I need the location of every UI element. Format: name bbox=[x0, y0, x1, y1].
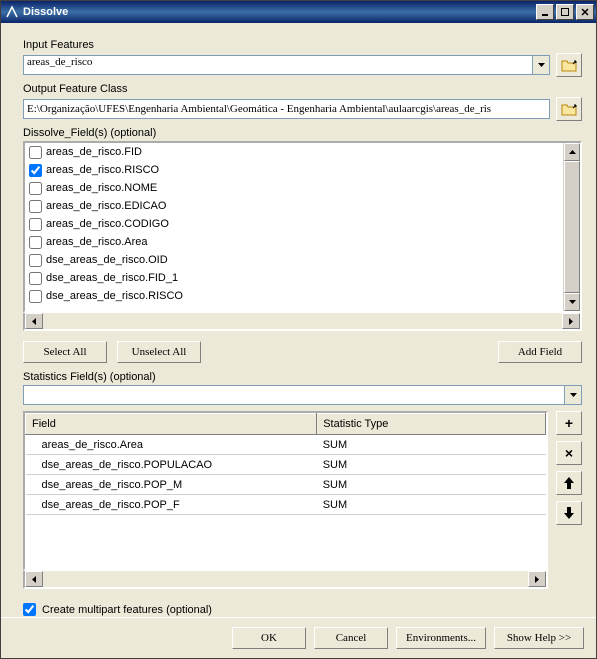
output-feature-class-browse-button[interactable] bbox=[556, 97, 582, 121]
input-features-browse-button[interactable] bbox=[556, 53, 582, 77]
stats-field-cell: dse_areas_de_risco.POP_M bbox=[26, 475, 317, 495]
stats-field-cell: areas_de_risco.Area bbox=[26, 435, 317, 455]
stats-type-cell: SUM bbox=[317, 495, 546, 515]
field-name: areas_de_risco.EDICAO bbox=[46, 200, 166, 212]
field-checkbox[interactable] bbox=[29, 218, 42, 231]
input-features-combo[interactable]: areas_de_risco bbox=[23, 55, 550, 75]
field-name: dse_areas_de_risco.RISCO bbox=[46, 290, 183, 302]
cancel-button[interactable]: Cancel bbox=[314, 627, 388, 649]
ok-button[interactable]: OK bbox=[232, 627, 306, 649]
stats-hscroll[interactable] bbox=[23, 571, 548, 589]
field-checkbox[interactable] bbox=[29, 272, 42, 285]
field-name: areas_de_risco.CODIGO bbox=[46, 218, 169, 230]
field-checkbox[interactable] bbox=[29, 290, 42, 303]
stats-field-cell: dse_areas_de_risco.POP_F bbox=[26, 495, 317, 515]
dissolve-field-item[interactable]: dse_areas_de_risco.OID bbox=[25, 251, 563, 269]
table-row[interactable]: areas_de_risco.AreaSUM bbox=[26, 435, 546, 455]
statistics-table[interactable]: Field Statistic Type areas_de_risco.Area… bbox=[23, 411, 548, 571]
stats-type-cell: SUM bbox=[317, 455, 546, 475]
multipart-label: Create multipart features (optional) bbox=[42, 604, 212, 616]
field-name: areas_de_risco.NOME bbox=[46, 182, 157, 194]
field-name: areas_de_risco.RISCO bbox=[46, 164, 159, 176]
stats-move-up-button[interactable] bbox=[556, 471, 582, 495]
dissolve-field-item[interactable]: dse_areas_de_risco.RISCO bbox=[25, 287, 563, 305]
field-checkbox[interactable] bbox=[29, 236, 42, 249]
stats-remove-button[interactable]: × bbox=[556, 441, 582, 465]
dissolve-field-item[interactable]: dse_areas_de_risco.FID_1 bbox=[25, 269, 563, 287]
output-feature-class-value[interactable] bbox=[24, 100, 549, 118]
dissolve-fields-list[interactable]: areas_de_risco.FID areas_de_risco.RISCOar… bbox=[23, 141, 582, 313]
unselect-all-button[interactable]: Unselect All bbox=[117, 341, 201, 363]
fieldlist-hscroll[interactable] bbox=[23, 313, 582, 331]
dissolve-field-item[interactable]: areas_de_risco.CODIGO bbox=[25, 215, 563, 233]
field-name: dse_areas_de_risco.OID bbox=[46, 254, 168, 266]
input-features-label: Input Features bbox=[23, 39, 582, 51]
field-checkbox[interactable] bbox=[29, 200, 42, 213]
multipart-checkbox[interactable] bbox=[23, 603, 36, 616]
dissolve-fields-label: Dissolve_Field(s) (optional) bbox=[23, 127, 582, 139]
dissolve-window: Dissolve Input Features areas_de_risco O… bbox=[0, 0, 597, 659]
field-checkbox[interactable] bbox=[29, 254, 42, 267]
stats-add-button[interactable]: + bbox=[556, 411, 582, 435]
dissolve-field-item[interactable]: areas_de_risco.RISCO bbox=[25, 161, 563, 179]
field-checkbox[interactable] bbox=[29, 182, 42, 195]
output-feature-class-label: Output Feature Class bbox=[23, 83, 582, 95]
stats-type-cell: SUM bbox=[317, 435, 546, 455]
field-checkbox[interactable] bbox=[29, 164, 42, 177]
maximize-button[interactable] bbox=[556, 4, 574, 20]
add-field-button[interactable]: Add Field bbox=[498, 341, 582, 363]
show-help-button[interactable]: Show Help >> bbox=[494, 627, 584, 649]
dissolve-field-item[interactable]: areas_de_risco.NOME bbox=[25, 179, 563, 197]
chevron-down-icon[interactable] bbox=[564, 386, 581, 404]
field-name: dse_areas_de_risco.FID_1 bbox=[46, 272, 178, 284]
fieldlist-scrollbar[interactable] bbox=[563, 143, 580, 311]
stats-type-cell: SUM bbox=[317, 475, 546, 495]
field-name: areas_de_risco.FID bbox=[46, 146, 142, 158]
select-all-button[interactable]: Select All bbox=[23, 341, 107, 363]
field-name: areas_de_risco.Area bbox=[46, 236, 148, 248]
input-features-value: areas_de_risco bbox=[24, 56, 532, 74]
table-row[interactable]: dse_areas_de_risco.POP_FSUM bbox=[26, 495, 546, 515]
statistics-fields-label: Statistics Field(s) (optional) bbox=[23, 371, 582, 383]
multipart-checkbox-row[interactable]: Create multipart features (optional) bbox=[23, 603, 582, 616]
dialog-footer: OK Cancel Environments... Show Help >> bbox=[1, 617, 596, 658]
scroll-down-icon bbox=[564, 293, 580, 311]
stats-move-down-button[interactable] bbox=[556, 501, 582, 525]
tool-icon bbox=[5, 5, 19, 19]
environments-button[interactable]: Environments... bbox=[396, 627, 486, 649]
stats-header-field[interactable]: Field bbox=[26, 414, 317, 435]
stats-field-cell: dse_areas_de_risco.POPULACAO bbox=[26, 455, 317, 475]
dissolve-field-item[interactable]: areas_de_risco.Area bbox=[25, 233, 563, 251]
minimize-button[interactable] bbox=[536, 4, 554, 20]
table-row[interactable]: dse_areas_de_risco.POPULACAOSUM bbox=[26, 455, 546, 475]
output-feature-class-input[interactable] bbox=[23, 99, 550, 119]
scroll-up-icon bbox=[564, 143, 580, 161]
statistics-fields-combo[interactable] bbox=[23, 385, 582, 405]
titlebar[interactable]: Dissolve bbox=[1, 1, 596, 23]
dissolve-field-item[interactable]: areas_de_risco.FID bbox=[25, 143, 563, 161]
dissolve-field-item[interactable]: areas_de_risco.EDICAO bbox=[25, 197, 563, 215]
field-checkbox[interactable] bbox=[29, 146, 42, 159]
stats-header-type[interactable]: Statistic Type bbox=[317, 414, 546, 435]
table-row[interactable]: dse_areas_de_risco.POP_MSUM bbox=[26, 475, 546, 495]
close-button[interactable] bbox=[576, 4, 594, 20]
chevron-down-icon[interactable] bbox=[532, 56, 549, 74]
window-title: Dissolve bbox=[23, 6, 534, 18]
